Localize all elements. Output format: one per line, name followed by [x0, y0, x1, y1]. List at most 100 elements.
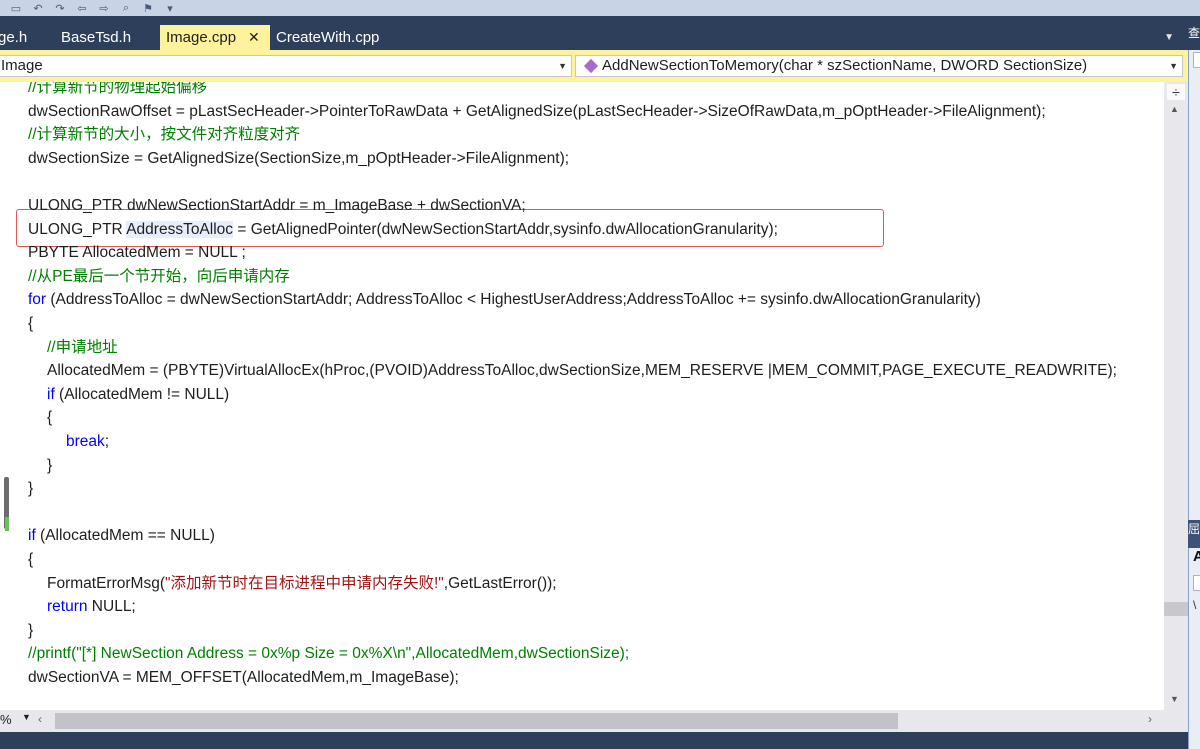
code-text: }	[28, 480, 34, 498]
status-bar	[0, 732, 1188, 749]
code-comment: //printf("[*] NewSection Address = 0x%p …	[28, 645, 630, 663]
navigation-bar: Image ▼ AddNewSectionToMemory(char * szS…	[0, 50, 1188, 82]
code-line[interactable]: dwSectionSize = GetAlignedSize(SectionSi…	[28, 147, 569, 170]
scroll-left-icon[interactable]: ‹	[38, 712, 42, 726]
code-comment: //从PE最后一个节开始，向后申请内存	[28, 267, 290, 285]
panel-square	[1193, 575, 1200, 591]
code-line[interactable]: //printf("[*] NewSection Address = 0x%p …	[28, 642, 629, 665]
scroll-up-icon[interactable]: ▲	[1170, 104, 1179, 114]
horizontal-scroll-thumb[interactable]	[55, 713, 898, 729]
code-line[interactable]: {	[47, 406, 52, 429]
code-string: "添加新节时在目标进程中申请内存失败!"	[164, 574, 444, 592]
zoom-level[interactable]: %	[0, 712, 12, 727]
code-text: NULL;	[87, 598, 136, 616]
code-line[interactable]: PBYTE AllocatedMem = NULL ;	[28, 241, 246, 264]
code-text: PBYTE AllocatedMem = NULL ;	[28, 244, 246, 262]
code-line[interactable]: for (AddressToAlloc = dwNewSectionStartA…	[28, 288, 981, 311]
chevron-down-icon[interactable]: ▼	[558, 56, 567, 76]
code-line[interactable]: //计算新节的大小，按文件对齐粒度对齐	[28, 123, 300, 146]
horizontal-scrollbar-area: % ▼ ‹ ›	[0, 710, 1188, 732]
code-line[interactable]: }	[28, 619, 33, 642]
tab-image-h[interactable]: ge.h	[0, 25, 33, 50]
scroll-right-icon[interactable]: ›	[1148, 712, 1152, 726]
tab-label: ge.h	[0, 29, 28, 46]
code-keyword: for	[28, 291, 47, 309]
document-tab-strip: ge.h BaseTsd.h Image.cpp ✕ CreateWith.cpp…	[0, 16, 1188, 50]
bookmark-icon[interactable]: ⚑	[140, 2, 156, 15]
scroll-thumb[interactable]	[1164, 602, 1188, 616]
class-scope-value: Image	[1, 57, 43, 74]
code-line[interactable]: //从PE最后一个节开始，向后申请内存	[28, 265, 290, 288]
code-line[interactable]: break;	[66, 430, 109, 453]
code-text: AllocatedMem = (PBYTE)VirtualAllocEx(hPr…	[47, 362, 1117, 380]
right-side-panel	[1188, 16, 1200, 749]
window-icon[interactable]: ▭	[8, 2, 24, 15]
code-line[interactable]: return NULL;	[47, 595, 136, 618]
code-line[interactable]: //申请地址	[47, 336, 118, 359]
code-comment: //计算新节的物理起始偏移	[28, 82, 208, 96]
member-value: AddNewSectionToMemory(char * szSectionNa…	[602, 57, 1088, 74]
code-line[interactable]: if (AllocatedMem == NULL)	[28, 524, 215, 547]
code-comment: //计算新节的大小，按文件对齐粒度对齐	[28, 126, 301, 144]
code-line[interactable]: dwSectionVA = MEM_OFFSET(AllocatedMem,m_…	[28, 666, 459, 689]
navigate-back-icon[interactable]: ⇦	[74, 2, 90, 15]
code-text: (AllocatedMem == NULL)	[35, 527, 215, 545]
code-text: dwSectionSize = GetAlignedSize(SectionSi…	[28, 149, 570, 167]
code-editor[interactable]: //计算新节的物理起始偏移 dwSectionRawOffset = pLastS…	[0, 82, 1164, 710]
code-line[interactable]: //计算新节的物理起始偏移	[28, 82, 207, 99]
code-text: ULONG_PTR	[28, 220, 127, 238]
code-text: = GetAlignedPointer(dwNewSectionStartAdd…	[233, 220, 778, 238]
code-keyword: if	[47, 385, 55, 403]
code-text: ULONG_PTR dwNewSectionStartAddr = m_Imag…	[28, 197, 526, 214]
code-line[interactable]: dwSectionRawOffset = pLastSecHeader->Poi…	[28, 100, 1046, 123]
undo-icon[interactable]: ↶	[30, 2, 46, 15]
zoom-dropdown-icon[interactable]: ▼	[22, 712, 31, 722]
code-text: {	[28, 315, 34, 332]
code-comment: //申请地址	[47, 338, 118, 356]
dropdown-icon[interactable]: ▾	[162, 2, 178, 15]
tab-createwith-cpp[interactable]: CreateWith.cpp	[270, 25, 385, 50]
code-line[interactable]: }	[28, 477, 33, 500]
navigate-forward-icon[interactable]: ⇨	[96, 2, 112, 15]
code-line[interactable]: }	[47, 454, 52, 477]
panel-square	[1193, 52, 1200, 68]
code-text: ,GetLastError());	[443, 574, 557, 592]
scroll-down-icon[interactable]: ▼	[1170, 694, 1179, 704]
code-text: FormatErrorMsg(	[47, 574, 165, 592]
code-line[interactable]: ULONG_PTR dwNewSectionStartAddr = m_Imag…	[28, 194, 526, 217]
panel-letter-2: \	[1193, 598, 1197, 612]
code-line[interactable]: {	[28, 312, 33, 335]
code-text: }	[28, 621, 34, 639]
panel-letter: A	[1193, 548, 1200, 565]
code-text: (AllocatedMem != NULL)	[54, 385, 230, 403]
splitter-icon[interactable]: ÷	[1167, 84, 1185, 100]
redo-icon[interactable]: ↷	[52, 2, 68, 15]
code-line[interactable]: AllocatedMem = (PBYTE)VirtualAllocEx(hPr…	[47, 359, 1117, 382]
method-icon	[583, 58, 599, 74]
chevron-down-icon[interactable]: ▼	[1169, 56, 1178, 76]
tab-list-dropdown-icon[interactable]: ▼	[1164, 32, 1174, 43]
close-tab-icon[interactable]: ✕	[248, 29, 260, 45]
find-icon[interactable]: ⌕	[118, 2, 134, 14]
code-keyword: break	[66, 433, 105, 450]
code-line[interactable]: ULONG_PTR AddressToAlloc = GetAlignedPoi…	[28, 218, 778, 241]
vertical-scrollbar[interactable]: ÷ ▲ ▼	[1164, 82, 1188, 710]
member-combo[interactable]: AddNewSectionToMemory(char * szSectionNa…	[575, 55, 1183, 77]
code-keyword: if	[28, 527, 36, 545]
code-line[interactable]: if (AllocatedMem != NULL)	[47, 383, 229, 406]
panel-title-mid[interactable]: 屈	[1188, 520, 1200, 548]
code-line[interactable]: {	[28, 548, 33, 571]
code-text: {	[47, 409, 53, 427]
code-line[interactable]: FormatErrorMsg("添加新节时在目标进程中申请内存失败!",GetL…	[47, 572, 557, 595]
code-text: {	[28, 551, 34, 568]
panel-title-top[interactable]: 查	[1188, 16, 1200, 50]
code-text: }	[47, 456, 53, 474]
tab-image-cpp[interactable]: Image.cpp ✕	[160, 25, 270, 50]
tab-basetsd-h[interactable]: BaseTsd.h	[55, 25, 137, 50]
tab-label: Image.cpp	[166, 29, 237, 46]
tab-label: CreateWith.cpp	[276, 29, 380, 46]
class-scope-combo[interactable]: Image ▼	[0, 55, 572, 77]
code-selected-word: AddressToAlloc	[126, 220, 234, 238]
code-text: dwSectionVA = MEM_OFFSET(AllocatedMem,m_…	[28, 669, 459, 686]
code-text: (AddressToAlloc = dwNewSectionStartAddr;…	[46, 291, 981, 309]
